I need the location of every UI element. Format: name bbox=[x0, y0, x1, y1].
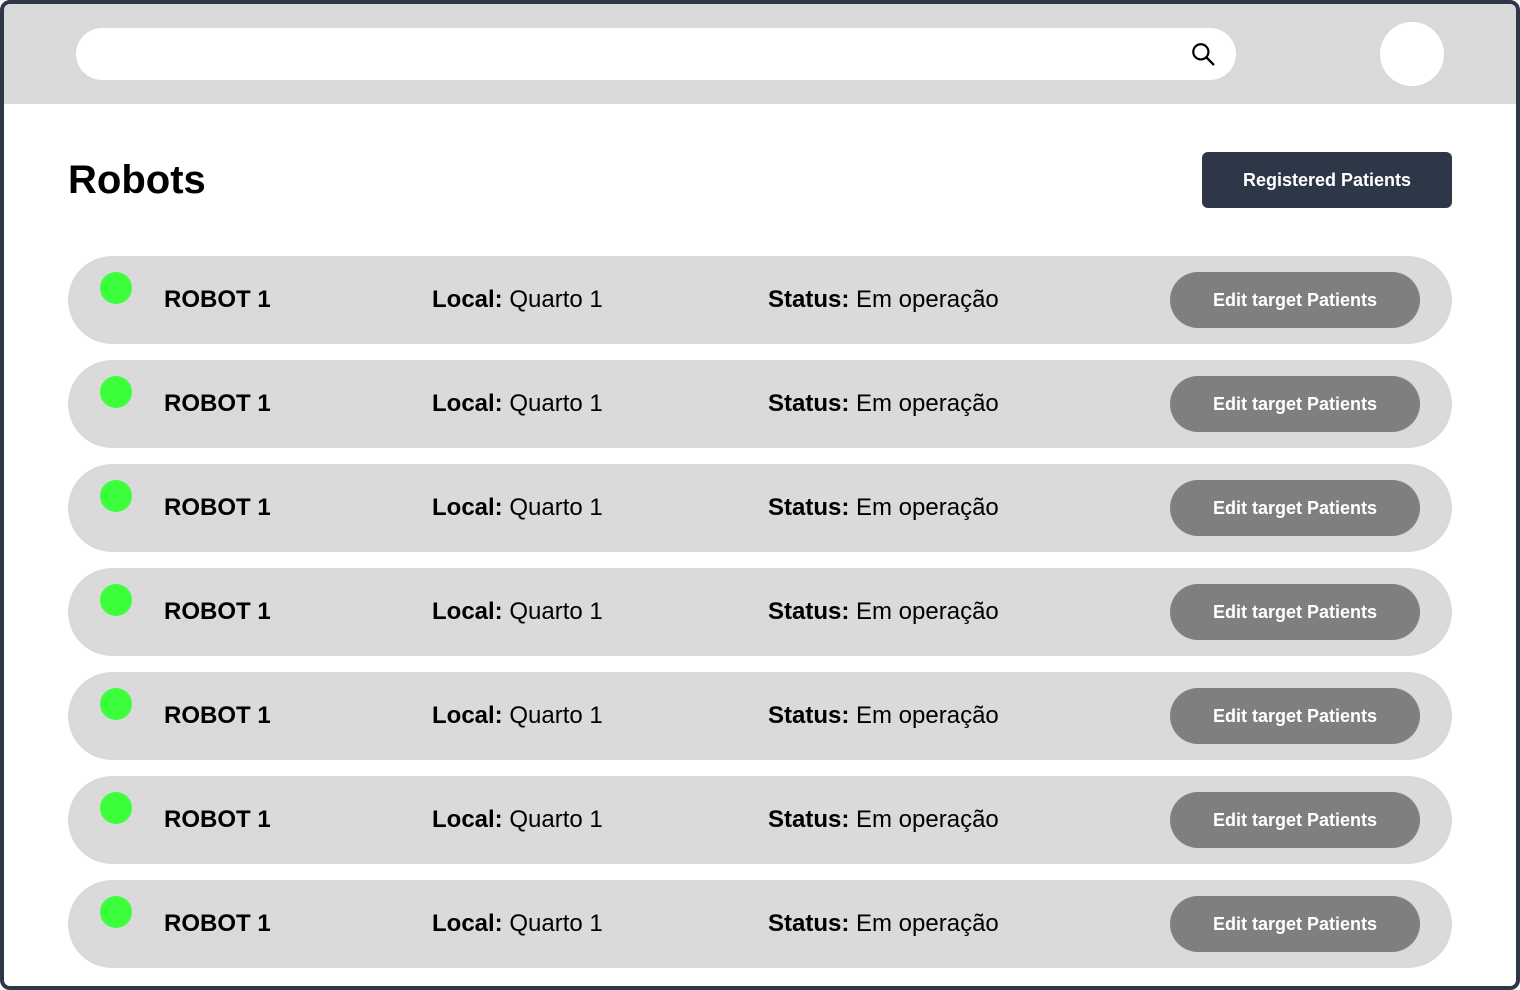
robot-local: Local: Quarto 1 bbox=[432, 286, 603, 314]
robot-name: ROBOT 1 bbox=[164, 806, 271, 833]
robot-list: ROBOT 1 Local: Quarto 1 Status: Em opera… bbox=[68, 256, 1452, 984]
registered-patients-button[interactable]: Registered Patients bbox=[1202, 152, 1452, 208]
status-label: Status: bbox=[768, 598, 850, 625]
search-input[interactable] bbox=[100, 28, 1160, 80]
status-label: Status: bbox=[768, 286, 850, 313]
edit-target-patients-button[interactable]: Edit target Patients bbox=[1170, 272, 1420, 328]
robot-row: ROBOT 1 Local: Quarto 1 Status: Em opera… bbox=[68, 464, 1452, 552]
local-value: Quarto 1 bbox=[509, 390, 603, 417]
edit-target-patients-button[interactable]: Edit target Patients bbox=[1170, 584, 1420, 640]
robot-status: Status: Em operação bbox=[768, 702, 999, 730]
local-value: Quarto 1 bbox=[509, 286, 603, 313]
local-label: Local: bbox=[432, 598, 503, 625]
robot-status: Status: Em operação bbox=[768, 806, 999, 834]
status-value: Em operação bbox=[856, 910, 999, 937]
status-indicator-icon bbox=[100, 792, 132, 824]
app-window: Robots Registered Patients ROBOT 1 Local… bbox=[0, 0, 1520, 990]
top-bar bbox=[4, 4, 1516, 104]
local-value: Quarto 1 bbox=[509, 910, 603, 937]
status-label: Status: bbox=[768, 390, 850, 417]
status-indicator-icon bbox=[100, 896, 132, 928]
status-value: Em operação bbox=[856, 598, 999, 625]
local-label: Local: bbox=[432, 702, 503, 729]
edit-target-patients-button[interactable]: Edit target Patients bbox=[1170, 792, 1420, 848]
robot-name: ROBOT 1 bbox=[164, 702, 271, 729]
robot-local: Local: Quarto 1 bbox=[432, 910, 603, 938]
robot-row: ROBOT 1 Local: Quarto 1 Status: Em opera… bbox=[68, 776, 1452, 864]
local-value: Quarto 1 bbox=[509, 598, 603, 625]
robot-name: ROBOT 1 bbox=[164, 286, 271, 313]
local-label: Local: bbox=[432, 910, 503, 937]
local-value: Quarto 1 bbox=[509, 806, 603, 833]
robot-name: ROBOT 1 bbox=[164, 910, 271, 937]
robot-status: Status: Em operação bbox=[768, 910, 999, 938]
status-label: Status: bbox=[768, 702, 850, 729]
local-value: Quarto 1 bbox=[509, 702, 603, 729]
status-value: Em operação bbox=[856, 494, 999, 521]
robot-row: ROBOT 1 Local: Quarto 1 Status: Em opera… bbox=[68, 880, 1452, 968]
avatar[interactable] bbox=[1380, 22, 1444, 86]
robot-status: Status: Em operação bbox=[768, 390, 999, 418]
robot-name: ROBOT 1 bbox=[164, 494, 271, 521]
edit-target-patients-button[interactable]: Edit target Patients bbox=[1170, 480, 1420, 536]
local-label: Local: bbox=[432, 390, 503, 417]
status-value: Em operação bbox=[856, 702, 999, 729]
status-indicator-icon bbox=[100, 584, 132, 616]
robot-status: Status: Em operação bbox=[768, 598, 999, 626]
robot-status: Status: Em operação bbox=[768, 494, 999, 522]
robot-row: ROBOT 1 Local: Quarto 1 Status: Em opera… bbox=[68, 360, 1452, 448]
status-value: Em operação bbox=[856, 286, 999, 313]
status-value: Em operação bbox=[856, 390, 999, 417]
robot-row: ROBOT 1 Local: Quarto 1 Status: Em opera… bbox=[68, 672, 1452, 760]
search-bar[interactable] bbox=[76, 28, 1236, 80]
status-indicator-icon bbox=[100, 688, 132, 720]
robot-local: Local: Quarto 1 bbox=[432, 702, 603, 730]
robot-status: Status: Em operação bbox=[768, 286, 999, 314]
robot-name: ROBOT 1 bbox=[164, 390, 271, 417]
local-value: Quarto 1 bbox=[509, 494, 603, 521]
robot-row: ROBOT 1 Local: Quarto 1 Status: Em opera… bbox=[68, 256, 1452, 344]
robot-local: Local: Quarto 1 bbox=[432, 806, 603, 834]
robot-local: Local: Quarto 1 bbox=[432, 494, 603, 522]
local-label: Local: bbox=[432, 286, 503, 313]
status-label: Status: bbox=[768, 806, 850, 833]
page-title: Robots bbox=[68, 158, 206, 202]
edit-target-patients-button[interactable]: Edit target Patients bbox=[1170, 376, 1420, 432]
robot-row: ROBOT 1 Local: Quarto 1 Status: Em opera… bbox=[68, 568, 1452, 656]
status-value: Em operação bbox=[856, 806, 999, 833]
edit-target-patients-button[interactable]: Edit target Patients bbox=[1170, 688, 1420, 744]
search-icon[interactable] bbox=[1190, 41, 1216, 67]
edit-target-patients-button[interactable]: Edit target Patients bbox=[1170, 896, 1420, 952]
robot-local: Local: Quarto 1 bbox=[432, 390, 603, 418]
local-label: Local: bbox=[432, 494, 503, 521]
status-label: Status: bbox=[768, 494, 850, 521]
status-indicator-icon bbox=[100, 376, 132, 408]
status-indicator-icon bbox=[100, 480, 132, 512]
local-label: Local: bbox=[432, 806, 503, 833]
status-indicator-icon bbox=[100, 272, 132, 304]
robot-local: Local: Quarto 1 bbox=[432, 598, 603, 626]
robot-name: ROBOT 1 bbox=[164, 598, 271, 625]
status-label: Status: bbox=[768, 910, 850, 937]
